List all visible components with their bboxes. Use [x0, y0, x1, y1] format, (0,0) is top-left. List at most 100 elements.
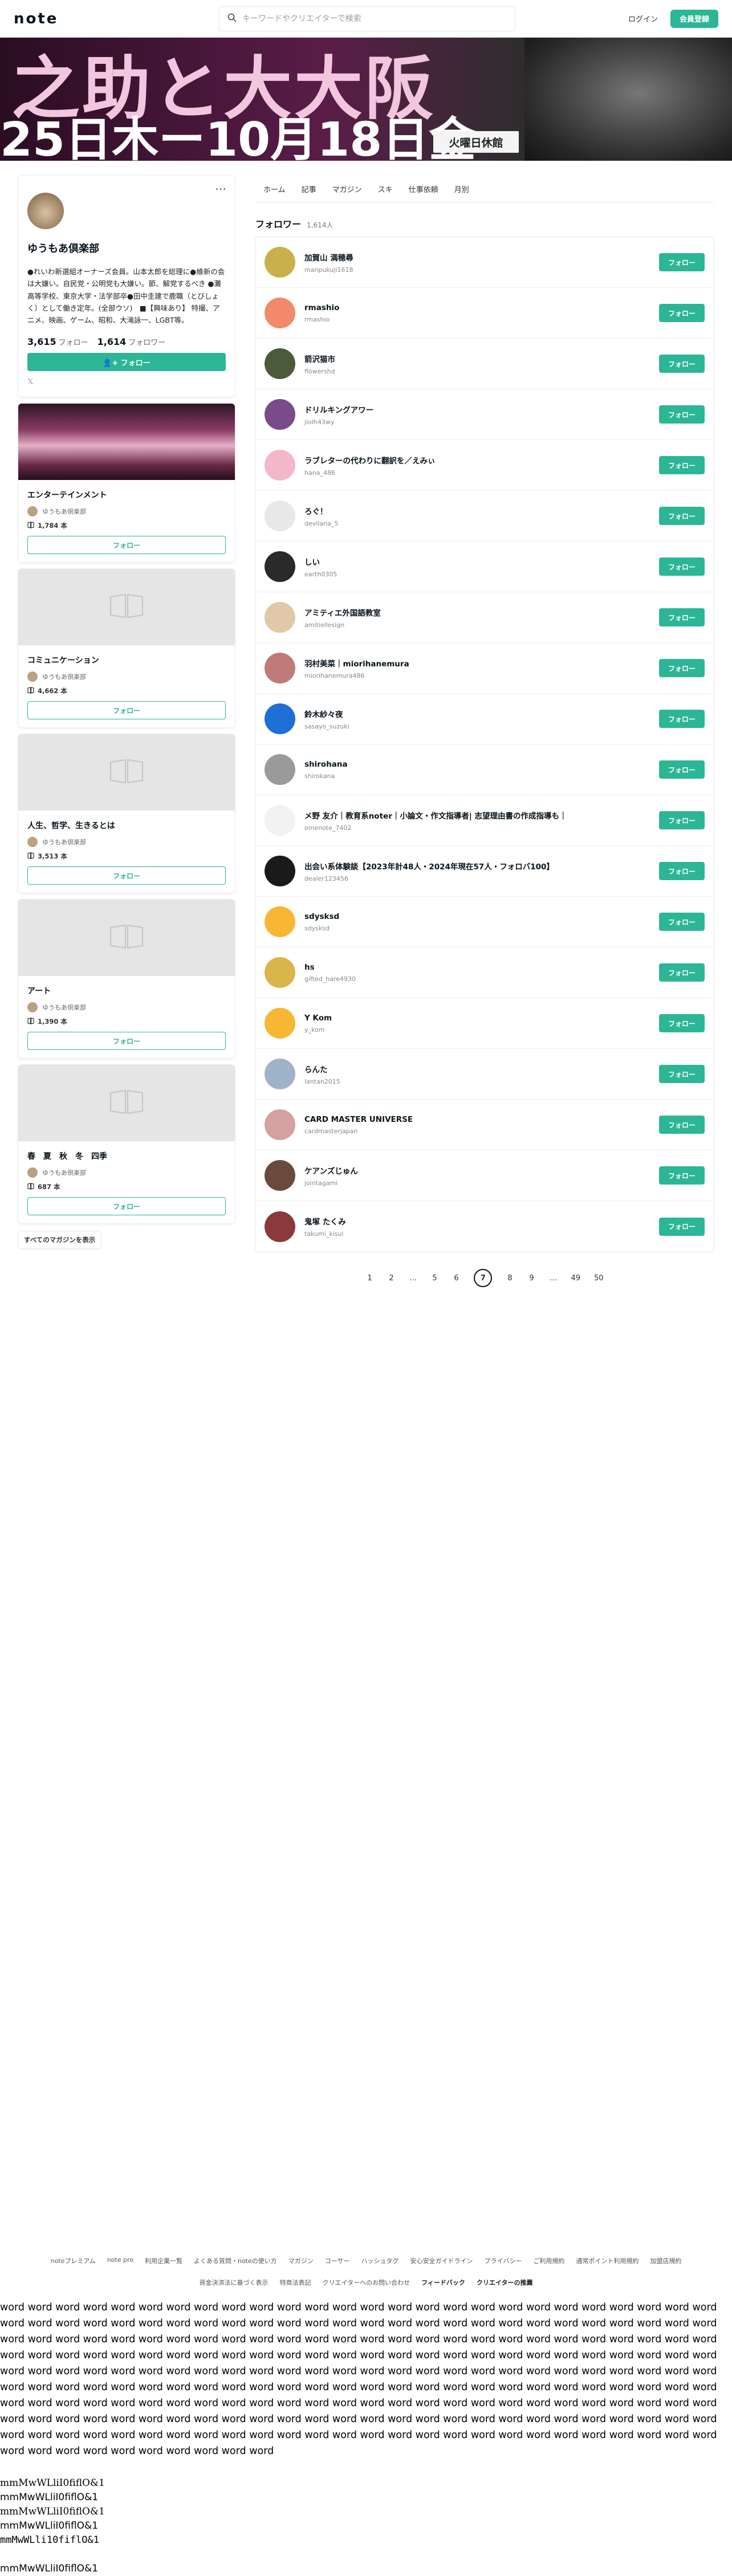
- magazine-follow-button[interactable]: フォロー: [27, 866, 226, 885]
- follower-follow-button[interactable]: フォロー: [659, 760, 705, 779]
- follower-follow-button[interactable]: フォロー: [659, 608, 705, 626]
- follower-follow-button[interactable]: フォロー: [659, 253, 705, 271]
- follower-name[interactable]: shirohana: [304, 760, 659, 769]
- pagination-page[interactable]: 6: [452, 1274, 460, 1283]
- follower-follow-button[interactable]: フォロー: [659, 304, 705, 322]
- follower-avatar[interactable]: [265, 1211, 295, 1242]
- follower-avatar[interactable]: [265, 399, 295, 430]
- followers-link[interactable]: 1,614 フォロワー: [97, 336, 166, 347]
- pagination-page[interactable]: 2: [387, 1274, 395, 1283]
- follower-avatar[interactable]: [265, 703, 295, 734]
- follower-avatar[interactable]: [265, 602, 295, 633]
- follower-name[interactable]: 羽村美菜｜miorihanemura: [304, 657, 659, 669]
- footer-link[interactable]: 加盟店規約: [650, 2256, 681, 2265]
- note-logo[interactable]: note: [14, 10, 219, 27]
- magazine-follow-button[interactable]: フォロー: [27, 1032, 226, 1051]
- search-input[interactable]: [242, 14, 507, 23]
- pagination-current-page[interactable]: 7: [474, 1269, 493, 1287]
- tab-likes[interactable]: スキ: [370, 176, 401, 203]
- footer-link[interactable]: クリエイターへのお問い合わせ: [323, 2278, 410, 2287]
- magazine-card[interactable]: コミュニケーション ゆうもあ倶楽部 4,662 本フォロー: [18, 569, 235, 728]
- follower-follow-button[interactable]: フォロー: [659, 963, 705, 982]
- follower-avatar[interactable]: [265, 1160, 295, 1191]
- follower-follow-button[interactable]: フォロー: [659, 1014, 705, 1032]
- follower-follow-button[interactable]: フォロー: [659, 405, 705, 424]
- more-options-icon[interactable]: …: [215, 179, 227, 193]
- tab-home[interactable]: ホーム: [255, 176, 294, 203]
- footer-link[interactable]: ご利用規約: [533, 2256, 564, 2265]
- pagination-page[interactable]: 1: [365, 1274, 373, 1283]
- follower-avatar[interactable]: [265, 298, 295, 328]
- magazine-title[interactable]: 人生、哲学、生きるとは: [27, 820, 226, 831]
- follower-follow-button[interactable]: フォロー: [659, 1116, 705, 1134]
- follower-avatar[interactable]: [265, 500, 295, 531]
- pagination-page[interactable]: 5: [430, 1274, 438, 1283]
- tab-work-request[interactable]: 仕事依頼: [401, 176, 446, 203]
- follower-name[interactable]: 鈴木紗々夜: [304, 708, 659, 719]
- magazine-thumbnail[interactable]: [18, 900, 235, 976]
- follower-follow-button[interactable]: フォロー: [659, 659, 705, 677]
- magazine-title[interactable]: 春 夏 秋 冬 四季: [27, 1150, 226, 1162]
- follower-follow-button[interactable]: フォロー: [659, 913, 705, 931]
- magazine-follow-button[interactable]: フォロー: [27, 1197, 226, 1216]
- magazine-card[interactable]: 人生、哲学、生きるとは ゆうもあ倶楽部 3,513 本フォロー: [18, 734, 235, 893]
- footer-link[interactable]: よくある質問・noteの使い方: [194, 2256, 277, 2265]
- magazine-thumbnail[interactable]: [18, 404, 235, 481]
- magazine-title[interactable]: エンターテインメント: [27, 489, 226, 500]
- follower-name[interactable]: rmashio: [304, 303, 659, 312]
- follower-avatar[interactable]: [265, 450, 295, 481]
- pagination-page[interactable]: 50: [594, 1274, 604, 1283]
- follower-avatar[interactable]: [265, 348, 295, 379]
- magazine-thumbnail[interactable]: [18, 569, 235, 646]
- follower-avatar[interactable]: [265, 754, 295, 785]
- all-magazines-button[interactable]: すべてのマガジンを表示: [18, 1231, 101, 1249]
- follower-name[interactable]: hs: [304, 963, 659, 972]
- magazine-card[interactable]: アート ゆうもあ倶楽部 1,390 本フォロー: [18, 900, 235, 1059]
- follower-follow-button[interactable]: フォロー: [659, 862, 705, 880]
- follower-avatar[interactable]: [265, 957, 295, 988]
- follower-avatar[interactable]: [265, 247, 295, 278]
- follower-avatar[interactable]: [265, 805, 295, 836]
- follower-follow-button[interactable]: フォロー: [659, 456, 705, 474]
- follower-name[interactable]: メ野 友介｜教育系noter｜小論文・作文指導者| 志望理由書の作成指導も｜: [304, 809, 659, 821]
- follower-avatar[interactable]: [265, 1008, 295, 1039]
- follower-follow-button[interactable]: フォロー: [659, 557, 705, 576]
- follower-name[interactable]: CARD MASTER UNIVERSE: [304, 1115, 659, 1124]
- follower-avatar[interactable]: [265, 551, 295, 582]
- follower-avatar[interactable]: [265, 653, 295, 683]
- footer-link[interactable]: クリエイターの推薦: [477, 2278, 533, 2287]
- follower-name[interactable]: ドリルキングアワー: [304, 404, 659, 415]
- tab-magazines[interactable]: マガジン: [324, 176, 370, 203]
- magazine-title[interactable]: コミュニケーション: [27, 654, 226, 666]
- follower-name[interactable]: アミティエ外国語教室: [304, 607, 659, 618]
- follower-follow-button[interactable]: フォロー: [659, 710, 705, 728]
- follower-name[interactable]: らんた: [304, 1063, 659, 1075]
- following-link[interactable]: 3,615 フォロー: [27, 336, 88, 347]
- follower-name[interactable]: ケアンズじゅん: [304, 1165, 659, 1176]
- follower-name[interactable]: ラブレターの代わりに翻訳を／えみぃ: [304, 454, 659, 466]
- follower-avatar[interactable]: [265, 906, 295, 937]
- footer-link[interactable]: 資金決済法に基づく表示: [200, 2278, 269, 2287]
- follower-name[interactable]: 出会い系体験談【2023年計48人・2024年現在57人・フォロバ100】: [304, 860, 659, 872]
- magazine-thumbnail[interactable]: [18, 1065, 235, 1142]
- tab-monthly[interactable]: 月別: [446, 176, 477, 203]
- login-link[interactable]: ログイン: [628, 13, 658, 24]
- magazine-title[interactable]: アート: [27, 985, 226, 996]
- tab-articles[interactable]: 記事: [294, 176, 324, 203]
- magazine-card[interactable]: 春 夏 秋 冬 四季 ゆうもあ倶楽部 687 本フォロー: [18, 1065, 235, 1224]
- pagination-page[interactable]: 8: [506, 1274, 514, 1283]
- footer-link[interactable]: note pro: [107, 2256, 133, 2265]
- follower-name[interactable]: しい: [304, 556, 659, 567]
- follower-name[interactable]: ろぐ！: [304, 505, 659, 516]
- follower-avatar[interactable]: [265, 1059, 295, 1089]
- footer-link[interactable]: 通常ポイント利用規約: [576, 2256, 639, 2265]
- magazine-thumbnail[interactable]: [18, 734, 235, 811]
- profile-follow-button[interactable]: 👤+ フォロー: [27, 353, 226, 372]
- follower-name[interactable]: Y Kom: [304, 1014, 659, 1023]
- search-box[interactable]: [219, 6, 515, 31]
- follower-name[interactable]: 加賀山 満穂尋: [304, 251, 659, 263]
- follower-name[interactable]: 鬼塚 たくみ: [304, 1215, 659, 1227]
- signup-button[interactable]: 会員登録: [670, 9, 718, 28]
- pagination-page[interactable]: 49: [571, 1274, 580, 1283]
- follower-follow-button[interactable]: フォロー: [659, 507, 705, 525]
